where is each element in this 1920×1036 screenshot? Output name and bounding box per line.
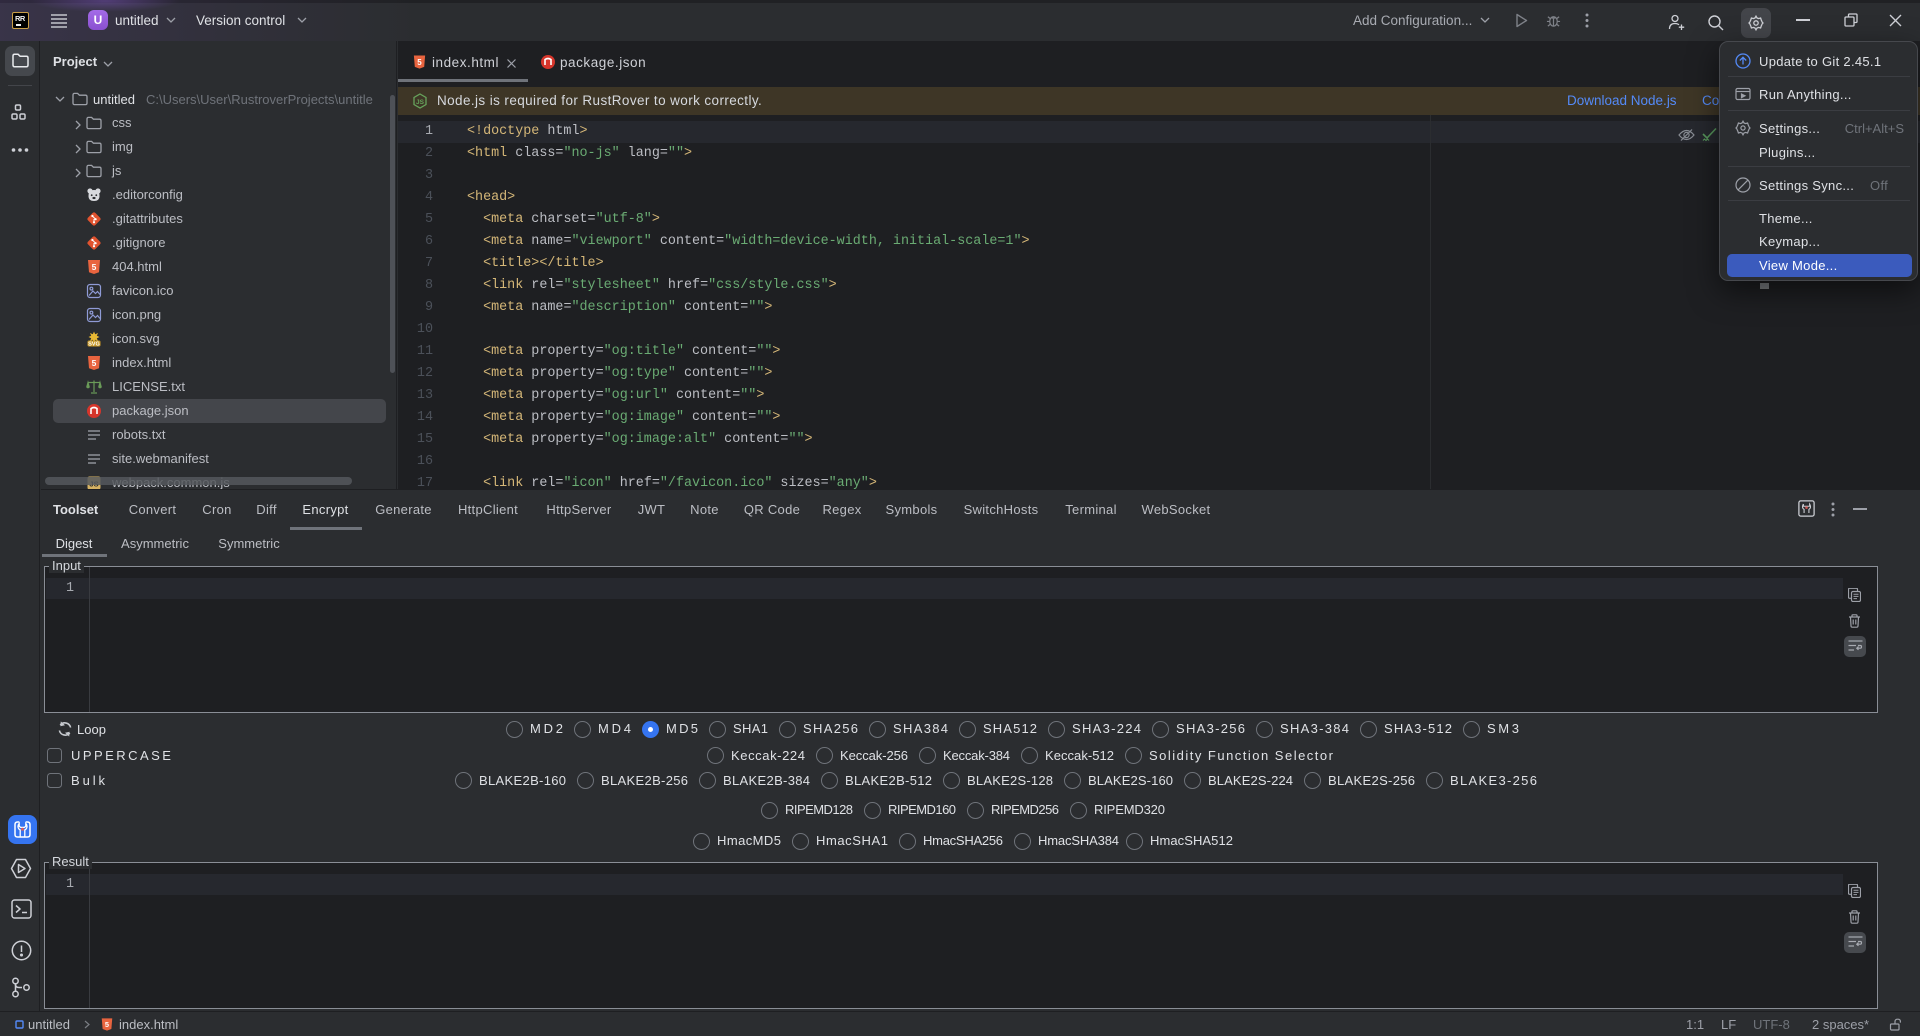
svg-text:5: 5 xyxy=(92,358,97,368)
svg-text:SVG: SVG xyxy=(88,342,100,347)
svg-text:5: 5 xyxy=(105,1020,109,1029)
svg-text:5: 5 xyxy=(92,262,97,272)
svg-text:5: 5 xyxy=(417,58,422,67)
svg-text:JS: JS xyxy=(416,99,425,106)
